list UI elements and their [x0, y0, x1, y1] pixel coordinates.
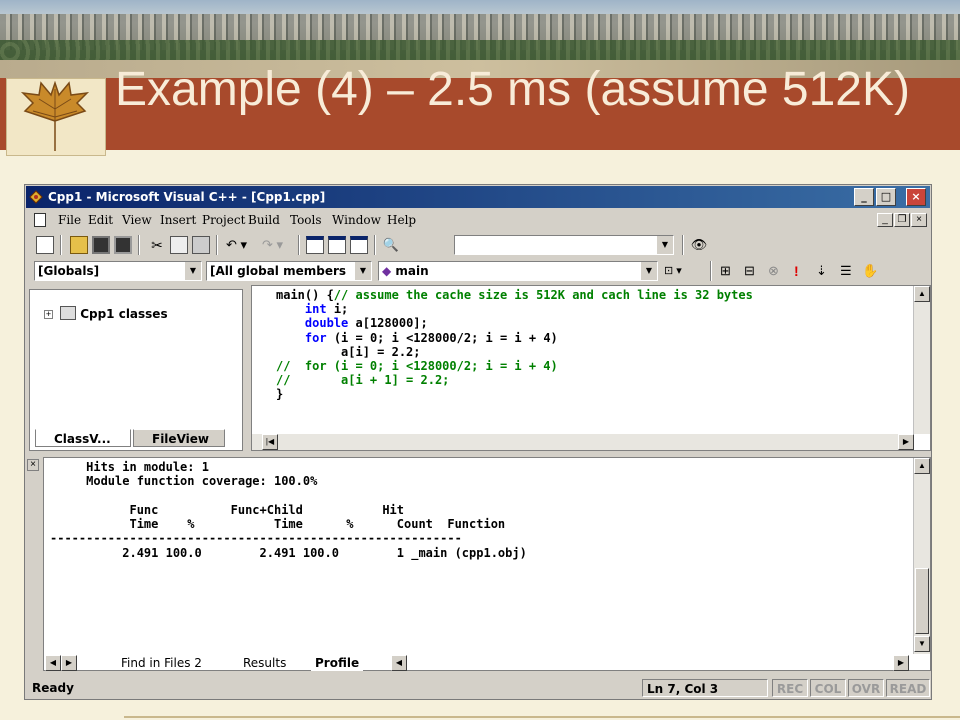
status-ovr: OVR: [848, 679, 884, 697]
output-vscroll[interactable]: ▲ ▼: [913, 458, 930, 654]
stop-build-icon[interactable]: ⊗: [768, 262, 786, 280]
window-titlebar: Cpp1 - Microsoft Visual C++ - [Cpp1.cpp]…: [26, 186, 930, 208]
cut-icon[interactable]: ✂: [148, 236, 166, 254]
menu-insert[interactable]: Insert: [160, 209, 196, 231]
insert-breakpoint-icon[interactable]: ☰: [840, 262, 858, 280]
vc-window: Cpp1 - Microsoft Visual C++ - [Cpp1.cpp]…: [24, 184, 932, 700]
workspace-pane: + Cpp1 classes: [29, 289, 243, 451]
slide-footer-line: [124, 716, 960, 718]
mdi-close-button[interactable]: ×: [911, 213, 927, 227]
window-title: Cpp1 - Microsoft Visual C++ - [Cpp1.cpp]: [48, 190, 326, 204]
build-icon[interactable]: ⊟: [744, 262, 762, 280]
window-list-icon[interactable]: [350, 236, 368, 254]
tab-find-in-files-2[interactable]: Find in Files 2: [121, 655, 202, 671]
redo-icon[interactable]: ↷ ▾: [262, 236, 292, 254]
menu-project[interactable]: Project: [202, 209, 245, 231]
tab-fileview[interactable]: FileView: [133, 429, 225, 447]
status-col: COL: [810, 679, 846, 697]
output-close-icon[interactable]: ×: [27, 459, 39, 471]
copy-icon[interactable]: [170, 236, 188, 254]
paste-icon[interactable]: [192, 236, 210, 254]
document-icon[interactable]: [34, 213, 46, 227]
save-all-icon[interactable]: [114, 236, 132, 254]
leaf-image: [6, 78, 106, 156]
find-combo[interactable]: ▼: [454, 235, 674, 255]
execute-icon[interactable]: !: [794, 262, 812, 280]
output-icon[interactable]: [328, 236, 346, 254]
open-folder-icon[interactable]: [70, 236, 88, 254]
code-line[interactable]: main() {// assume the cache size is 512K…: [276, 288, 753, 302]
editor-hscroll[interactable]: |◀ ▶: [252, 434, 914, 450]
menu-help[interactable]: Help: [387, 209, 416, 231]
tree-root[interactable]: Cpp1 classes: [60, 306, 168, 321]
member-icon: ◆: [382, 264, 392, 278]
standard-toolbar: ✂ ↶ ▾ ↷ ▾ 🔍 ▼ 👁: [26, 232, 930, 258]
workspace-icon[interactable]: [306, 236, 324, 254]
tab-results[interactable]: Results: [243, 655, 286, 671]
code-line[interactable]: }: [276, 387, 753, 401]
status-read: READ: [886, 679, 930, 697]
output-line: ----------------------------------------…: [50, 531, 462, 546]
output-tabs: ◀ ▶ Find in Files 2 Results Profile ◀ ▶: [43, 655, 911, 671]
undo-icon[interactable]: ↶ ▾: [226, 236, 256, 254]
close-button[interactable]: ×: [906, 188, 926, 206]
menu-edit[interactable]: Edit: [88, 209, 113, 231]
cursor-position: Ln 7, Col 3: [642, 679, 768, 697]
go-icon[interactable]: ⇣: [816, 262, 834, 280]
status-rec: REC: [772, 679, 808, 697]
slide-title: Example (4) – 2.5 ms (assume 512K): [115, 63, 910, 116]
output-line: Hits in module: 1: [50, 460, 209, 474]
code-line[interactable]: // for (i = 0; i <128000/2; i = i + 4): [276, 359, 753, 373]
tab-classview[interactable]: ClassV...: [35, 429, 131, 447]
code-line[interactable]: double a[128000];: [276, 316, 753, 330]
member-combo[interactable]: ◆ main ▼: [378, 261, 658, 281]
scope-combo[interactable]: [Globals] ▼: [34, 261, 202, 281]
status-bar: Ready Ln 7, Col 3 REC COL OVR READ: [26, 677, 930, 699]
mdi-minimize-button[interactable]: _: [877, 213, 893, 227]
compile-icon[interactable]: ⊞: [720, 262, 738, 280]
filter-combo[interactable]: [All global members ▼: [206, 261, 372, 281]
code-line[interactable]: a[i] = 2.2;: [276, 345, 753, 359]
code-text[interactable]: main() {// assume the cache size is 512K…: [276, 288, 753, 402]
menu-window[interactable]: Window: [332, 209, 381, 231]
output-line: Time % Time % Count Function: [50, 517, 506, 532]
output-pane: Hits in module: 1 Module function covera…: [43, 457, 931, 671]
menu-tools[interactable]: Tools: [290, 209, 322, 231]
menu-build[interactable]: Build: [248, 209, 280, 231]
code-line[interactable]: for (i = 0; i <128000/2; i = i + 4): [276, 331, 753, 345]
new-text-file-icon[interactable]: [36, 236, 54, 254]
menu-bar: File Edit View Insert Project Build Tool…: [26, 209, 930, 231]
mdi-restore-button[interactable]: ❐: [894, 213, 910, 227]
tab-profile[interactable]: Profile: [311, 655, 364, 671]
tree-expand-icon[interactable]: +: [44, 310, 53, 319]
save-icon[interactable]: [92, 236, 110, 254]
menu-view[interactable]: View: [122, 209, 152, 231]
output-line: Module function coverage: 100.0%: [50, 474, 318, 489]
minimize-button[interactable]: _: [854, 188, 874, 206]
output-line: 2.491 100.0 2.491 100.0 1 _main (cpp1.ob…: [50, 545, 527, 560]
wizard-action-icon[interactable]: ⊡ ▾: [664, 262, 694, 280]
find-in-files-icon[interactable]: 🔍: [382, 236, 400, 254]
editor-vscroll[interactable]: ▲: [913, 286, 930, 434]
code-line[interactable]: // a[i + 1] = 2.2;: [276, 373, 753, 387]
output-line: Func Func+Child Hit: [50, 502, 405, 517]
classes-icon: [60, 306, 76, 320]
find-binoculars-icon[interactable]: 👁: [690, 236, 708, 254]
hand-icon[interactable]: ✋: [862, 262, 880, 280]
wizard-bar: [Globals] ▼ [All global members ▼ ◆ main ▼ …: [26, 258, 930, 284]
code-editor[interactable]: main() {// assume the cache size is 512K…: [251, 285, 931, 451]
maximize-button[interactable]: □: [876, 188, 896, 206]
menu-file[interactable]: File: [58, 209, 81, 231]
status-text: Ready: [32, 681, 74, 695]
visual-cpp-icon: [29, 190, 43, 204]
tree-root-label: Cpp1 classes: [80, 307, 168, 321]
code-line[interactable]: int i;: [276, 302, 753, 316]
profile-output: Hits in module: 1 Module function covera…: [50, 460, 527, 560]
